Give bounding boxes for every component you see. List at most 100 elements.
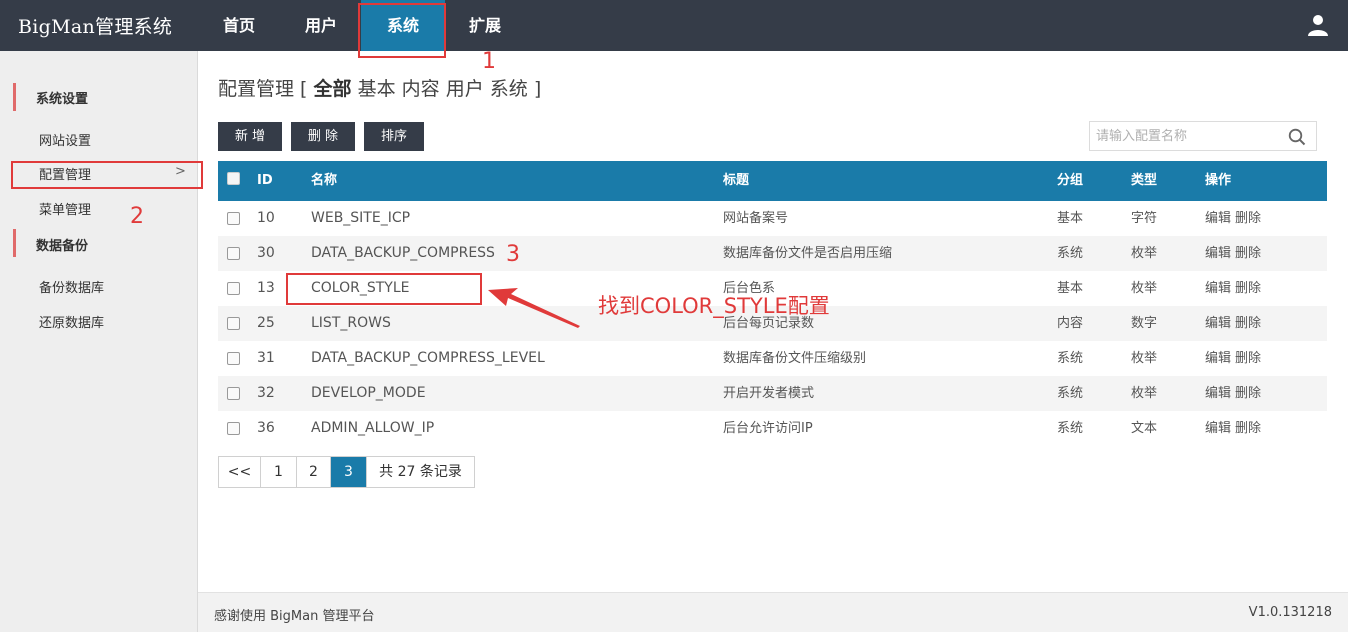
row-title: 数据库备份文件压缩级别	[723, 351, 867, 366]
edit-link[interactable]: 编辑	[1205, 351, 1231, 366]
delete-link[interactable]: 删除	[1235, 211, 1261, 226]
header-group: 分组	[1057, 173, 1084, 188]
row-ops: 编辑 删除	[1205, 341, 1265, 376]
sidebar: 系统设置 网站设置 配置管理 > 菜单管理 数据备份 备份数据库 还原数据库	[0, 51, 198, 632]
delete-link[interactable]: 删除	[1235, 246, 1261, 261]
row-type: 枚举	[1131, 281, 1158, 296]
header-id: ID	[257, 173, 273, 188]
annotation-box-config-menu	[11, 161, 203, 189]
edit-link[interactable]: 编辑	[1205, 316, 1231, 331]
row-group: 系统	[1057, 246, 1084, 261]
page-title-bracket: ]	[533, 78, 542, 100]
sort-button[interactable]: 排序	[364, 122, 424, 151]
row-group: 内容	[1057, 316, 1084, 331]
pager-page-1[interactable]: 1	[261, 457, 297, 487]
row-id: 36	[257, 420, 275, 436]
nav-extend[interactable]: 扩展	[455, 0, 515, 51]
sidebar-group-system-settings[interactable]: 系统设置	[36, 88, 88, 107]
row-group: 系统	[1057, 421, 1084, 436]
filter-basic[interactable]: 基本	[358, 78, 396, 100]
row-checkbox[interactable]	[227, 352, 240, 365]
header-title: 标题	[723, 173, 750, 188]
row-id: 10	[257, 210, 275, 226]
row-name[interactable]: ADMIN_ALLOW_IP	[311, 411, 434, 446]
edit-link[interactable]: 编辑	[1205, 246, 1231, 261]
footer-version: V1.0.131218	[1248, 605, 1332, 620]
delete-link[interactable]: 删除	[1235, 316, 1261, 331]
table-header: ID 名称 标题 分组 类型 操作	[218, 161, 1327, 201]
sidebar-item-backup-db[interactable]: 备份数据库	[39, 277, 104, 296]
app-logo[interactable]: BigMan管理系统	[18, 12, 172, 39]
header-name: 名称	[311, 173, 338, 188]
top-navbar: BigMan管理系统 首页 用户 系统 扩展	[0, 0, 1348, 51]
row-checkbox[interactable]	[227, 422, 240, 435]
row-name[interactable]: DEVELOP_MODE	[311, 376, 426, 411]
row-ops: 编辑 删除	[1205, 306, 1265, 341]
delete-link[interactable]: 删除	[1235, 281, 1261, 296]
row-name[interactable]: LIST_ROWS	[311, 306, 391, 341]
row-checkbox[interactable]	[227, 212, 240, 225]
row-type: 数字	[1131, 316, 1158, 331]
edit-link[interactable]: 编辑	[1205, 211, 1231, 226]
delete-link[interactable]: 删除	[1235, 386, 1261, 401]
pager-page-3[interactable]: 3	[331, 457, 367, 487]
delete-link[interactable]: 删除	[1235, 351, 1261, 366]
row-type: 枚举	[1131, 351, 1158, 366]
header-ops: 操作	[1205, 173, 1232, 188]
pager-page-2[interactable]: 2	[297, 457, 331, 487]
footer-thanks: 感谢使用 BigMan 管理平台	[214, 609, 375, 624]
add-button[interactable]: 新 增	[218, 122, 282, 151]
row-type: 枚举	[1131, 386, 1158, 401]
row-title: 数据库备份文件是否启用压缩	[723, 246, 893, 261]
row-ops: 编辑 删除	[1205, 236, 1265, 271]
row-group: 系统	[1057, 386, 1084, 401]
edit-link[interactable]: 编辑	[1205, 386, 1231, 401]
row-id: 32	[257, 385, 275, 401]
annotation-box-color-style	[286, 273, 482, 305]
delete-link[interactable]: 删除	[1235, 421, 1261, 436]
table-row: 36 ADMIN_ALLOW_IP 后台允许访问IP 系统 文本 编辑 删除	[218, 411, 1327, 446]
annotation-number-3: 3	[506, 242, 520, 267]
select-all-checkbox[interactable]	[227, 172, 240, 185]
row-checkbox[interactable]	[227, 247, 240, 260]
delete-button[interactable]: 删 除	[291, 122, 355, 151]
row-checkbox[interactable]	[227, 387, 240, 400]
row-id: 30	[257, 245, 275, 261]
sidebar-item-site-settings[interactable]: 网站设置	[39, 130, 91, 149]
nav-user[interactable]: 用户	[291, 0, 351, 51]
pagination: << 1 2 3 共 27 条记录	[218, 456, 475, 488]
row-ops: 编辑 删除	[1205, 201, 1265, 236]
row-name[interactable]: WEB_SITE_ICP	[311, 201, 410, 236]
sidebar-group-data-backup[interactable]: 数据备份	[36, 235, 88, 254]
header-type: 类型	[1131, 173, 1158, 188]
filter-system[interactable]: 系统	[490, 78, 528, 100]
nav-home[interactable]: 首页	[209, 0, 269, 51]
pager-prev[interactable]: <<	[219, 457, 261, 487]
annotation-number-2: 2	[130, 204, 144, 229]
search-icon[interactable]	[1288, 128, 1306, 146]
filter-all[interactable]: 全部	[314, 78, 352, 100]
table-row: 30 DATA_BACKUP_COMPRESS 数据库备份文件是否启用压缩 系统…	[218, 236, 1327, 271]
row-title: 开启开发者模式	[723, 386, 815, 401]
annotation-number-1: 1	[482, 49, 496, 74]
sidebar-item-menu-management[interactable]: 菜单管理	[39, 199, 91, 218]
row-name[interactable]: DATA_BACKUP_COMPRESS	[311, 236, 495, 271]
row-checkbox[interactable]	[227, 317, 240, 330]
row-checkbox[interactable]	[227, 282, 240, 295]
row-id: 13	[257, 280, 275, 296]
page-title-text: 配置管理 [	[218, 78, 308, 100]
edit-link[interactable]: 编辑	[1205, 421, 1231, 436]
annotation-note: 找到COLOR_STYLE配置	[598, 294, 830, 318]
row-id: 25	[257, 315, 275, 331]
user-icon[interactable]	[1306, 13, 1330, 37]
table-row: 31 DATA_BACKUP_COMPRESS_LEVEL 数据库备份文件压缩级…	[218, 341, 1327, 376]
row-type: 字符	[1131, 211, 1158, 226]
edit-link[interactable]: 编辑	[1205, 281, 1231, 296]
row-id: 31	[257, 350, 275, 366]
row-name[interactable]: DATA_BACKUP_COMPRESS_LEVEL	[311, 341, 545, 376]
row-group: 基本	[1057, 211, 1084, 226]
filter-user[interactable]: 用户	[446, 78, 484, 100]
sidebar-item-restore-db[interactable]: 还原数据库	[39, 312, 104, 331]
search-input[interactable]	[1090, 122, 1280, 150]
filter-content[interactable]: 内容	[402, 78, 440, 100]
